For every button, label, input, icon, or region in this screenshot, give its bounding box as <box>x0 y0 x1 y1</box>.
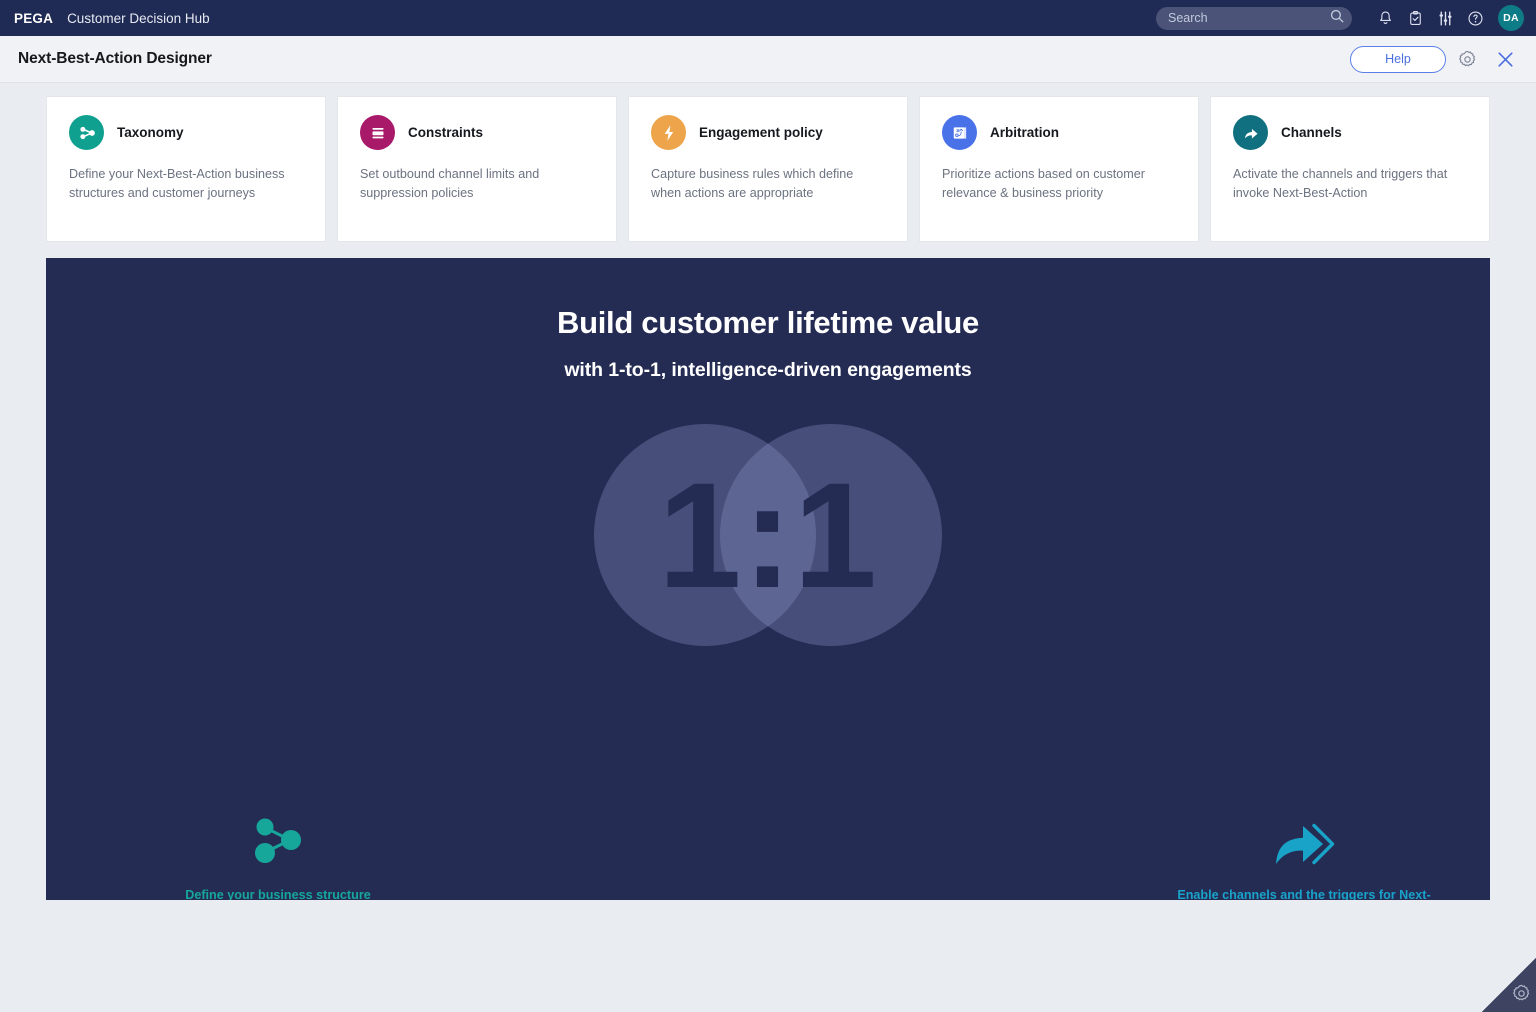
card-arbitration[interactable]: Arbitration Prioritize actions based on … <box>919 96 1199 242</box>
bell-icon[interactable] <box>1370 3 1400 33</box>
sliders-icon[interactable] <box>1430 3 1460 33</box>
share-arrow-icon <box>1169 806 1439 868</box>
hero-headline: Build customer lifetime value <box>557 305 979 340</box>
page-header-bar: Next-Best-Action Designer Help <box>0 36 1536 83</box>
avatar[interactable]: DA <box>1498 5 1524 31</box>
corner-settings-widget[interactable] <box>1482 958 1536 1012</box>
step-label: Define your business structure <box>185 888 371 900</box>
venn-graphic: 1:1 <box>594 424 942 646</box>
card-header: Channels <box>1233 115 1467 150</box>
venn-label: 1:1 <box>658 451 878 619</box>
app-bar-actions: Search DA <box>1156 3 1524 33</box>
card-engagement-policy[interactable]: Engagement policy Capture business rules… <box>628 96 908 242</box>
step-taxonomy[interactable]: Define your business structure <box>178 806 378 900</box>
gear-icon[interactable] <box>1512 984 1531 1008</box>
network-nodes-icon <box>69 115 104 150</box>
help-button[interactable]: Help <box>1350 45 1446 73</box>
card-title: Constraints <box>408 125 484 140</box>
card-title: Engagement policy <box>699 125 823 140</box>
card-channels[interactable]: Channels Activate the channels and trigg… <box>1210 96 1490 242</box>
card-description: Set outbound channel limits and suppress… <box>360 167 540 200</box>
card-header: Engagement policy <box>651 115 885 150</box>
search-icon <box>1330 9 1344 28</box>
share-arrow-icon <box>1233 115 1268 150</box>
pega-logo: PEGA <box>14 10 54 26</box>
card-description: Prioritize actions based on customer rel… <box>942 167 1145 200</box>
clipboard-check-icon[interactable] <box>1400 3 1430 33</box>
hero-subheadline: with 1-to-1, intelligence-driven engagem… <box>564 359 972 381</box>
card-description: Capture business rules which define when… <box>651 167 854 200</box>
search-value: Search <box>1168 11 1208 25</box>
network-nodes-icon <box>178 806 378 868</box>
strategy-board-icon <box>942 115 977 150</box>
card-header: Arbitration <box>942 115 1176 150</box>
app-name-label: Customer Decision Hub <box>67 10 210 26</box>
page-root: PEGA Customer Decision Hub Search DA Nex… <box>0 0 1536 1012</box>
gear-icon[interactable] <box>1450 42 1484 76</box>
page-title: Next-Best-Action Designer <box>18 50 212 67</box>
card-title: Channels <box>1281 125 1342 140</box>
close-icon[interactable] <box>1488 42 1522 76</box>
card-title: Arbitration <box>990 125 1059 140</box>
step-channels[interactable]: Enable channels and the triggers for Nex… <box>1169 806 1439 900</box>
constraints-bars-icon <box>360 115 395 150</box>
card-header: Taxonomy <box>69 115 303 150</box>
lightning-bolt-icon <box>651 115 686 150</box>
hero-banner: Build customer lifetime value with 1-to-… <box>46 258 1490 900</box>
page-header-actions: Help <box>1350 42 1522 76</box>
card-title: Taxonomy <box>117 125 184 140</box>
card-description: Define your Next-Best-Action business st… <box>69 167 285 200</box>
card-taxonomy[interactable]: Taxonomy Define your Next-Best-Action bu… <box>46 96 326 242</box>
search-input[interactable]: Search <box>1156 6 1352 30</box>
card-header: Constraints <box>360 115 594 150</box>
card-constraints[interactable]: Constraints Set outbound channel limits … <box>337 96 617 242</box>
step-label: Enable channels and the triggers for Nex… <box>1177 888 1431 900</box>
top-app-bar: PEGA Customer Decision Hub Search DA <box>0 0 1536 36</box>
feature-cards-row: Taxonomy Define your Next-Best-Action bu… <box>0 83 1536 242</box>
help-circle-icon[interactable] <box>1460 3 1490 33</box>
card-description: Activate the channels and triggers that … <box>1233 167 1448 200</box>
